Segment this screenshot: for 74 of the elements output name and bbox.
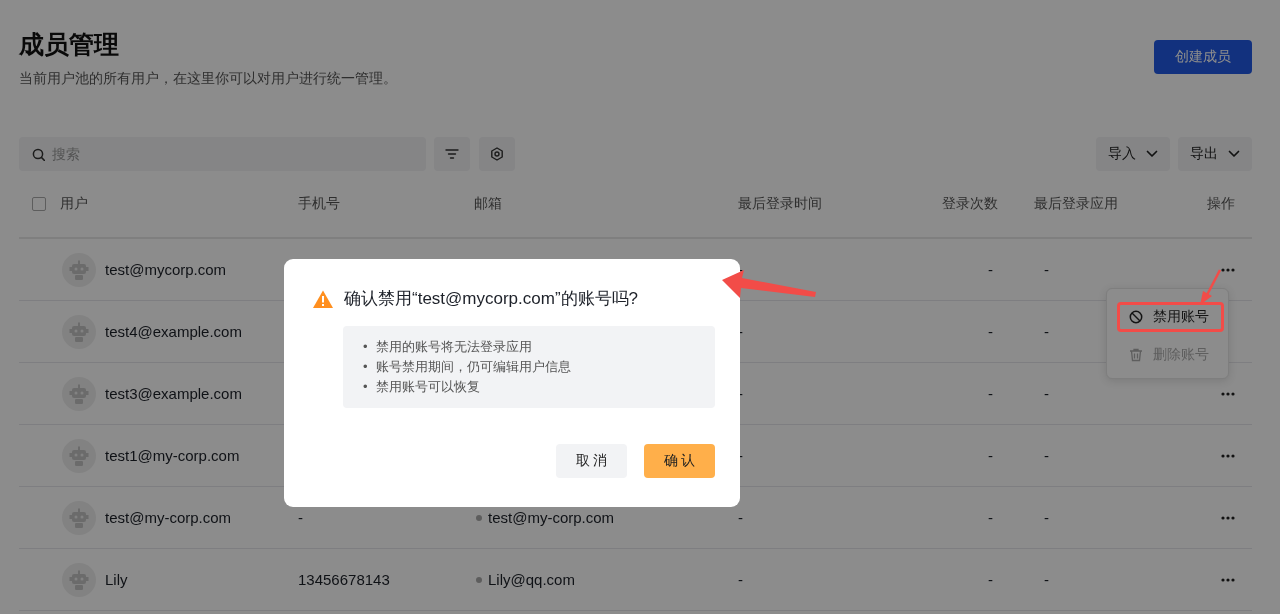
avatar-icon [62,314,96,349]
user-name: test4@example.com [105,323,242,340]
column-header: 最后登录应用 [1034,195,1118,213]
column-header: 最后登录时间 [738,195,822,213]
settings-icon[interactable] [490,147,504,161]
avatar-icon [62,252,96,287]
avatar-icon [62,500,96,535]
confirm-button[interactable]: 确 认 [644,444,715,478]
last-login-cell: - [738,509,743,526]
column-header: 手机号 [298,195,340,213]
last-login-cell: - [738,323,743,340]
avatar-icon [62,376,96,411]
note-text: 禁用账号可以恢复 [375,378,480,396]
menu-item[interactable]: 禁用账号 [1117,302,1224,332]
user-name: test@mycorp.com [105,261,227,278]
email-cell: test@my-corp.com [488,509,615,526]
filter-icon[interactable] [445,148,459,160]
page-title: 成员管理 [19,29,120,60]
last-app-cell: - [1044,261,1049,278]
phone-cell: - [298,509,303,526]
chevron-down-icon [1228,150,1240,158]
bullet: • [363,378,368,396]
login-count-cell: - [988,385,993,402]
more-icon[interactable] [1221,391,1235,396]
login-count-cell: - [988,323,993,340]
user-name: Lily [105,571,128,588]
status-dot [476,576,482,583]
login-count-cell: - [988,447,993,464]
user-name: test3@example.com [105,385,242,402]
note-text: 账号禁用期间，仍可编辑用户信息 [375,358,571,376]
avatar-icon [62,562,96,597]
export-button[interactable]: 导出 [1178,137,1252,171]
import-button[interactable]: 导入 [1096,137,1170,171]
select-all-checkbox[interactable] [32,197,46,211]
login-count-cell: - [988,261,993,278]
more-icon[interactable] [1221,577,1235,582]
login-count-cell: - [988,571,993,588]
user-name: test1@my-corp.com [105,447,240,464]
last-app-cell: - [1044,323,1049,340]
column-header: 邮箱 [474,195,502,213]
trash-icon [1129,348,1143,362]
last-login-cell: - [738,571,743,588]
status-dot [476,514,482,521]
last-app-cell: - [1044,447,1049,464]
column-header: 登录次数 [942,195,998,213]
create-member-button[interactable]: 创建成员 [1154,40,1252,74]
note-text: 禁用的账号将无法登录应用 [375,338,532,356]
login-count-cell: - [988,509,993,526]
filter-button[interactable] [434,137,470,171]
phone-cell: 13456678143 [298,571,390,588]
search-icon [32,148,45,161]
last-login-cell: - [738,447,743,464]
column-header: 操作 [1207,195,1235,213]
warning-icon [312,288,334,309]
ban-icon [1129,310,1143,324]
cancel-button[interactable]: 取 消 [556,444,627,478]
bullet: • [363,358,368,376]
avatar-icon [62,438,96,473]
chevron-down-icon [1146,150,1158,158]
last-app-cell: - [1044,385,1049,402]
more-icon[interactable] [1221,267,1235,272]
settings-button[interactable] [479,137,515,171]
last-app-cell: - [1044,509,1049,526]
more-icon[interactable] [1221,515,1235,520]
column-header: 用户 [60,195,88,213]
page-subtitle: 当前用户池的所有用户，在这里你可以对用户进行统一管理。 [19,70,397,88]
more-icon[interactable] [1221,453,1235,458]
last-login-cell: - [738,261,743,278]
dialog-title: 确认禁用“test@mycorp.com”的账号吗? [344,288,638,310]
user-name: test@my-corp.com [105,509,232,526]
last-login-cell: - [738,385,743,402]
bullet: • [363,338,368,356]
last-app-cell: - [1044,571,1049,588]
email-cell: Lily@qq.com [488,571,575,588]
